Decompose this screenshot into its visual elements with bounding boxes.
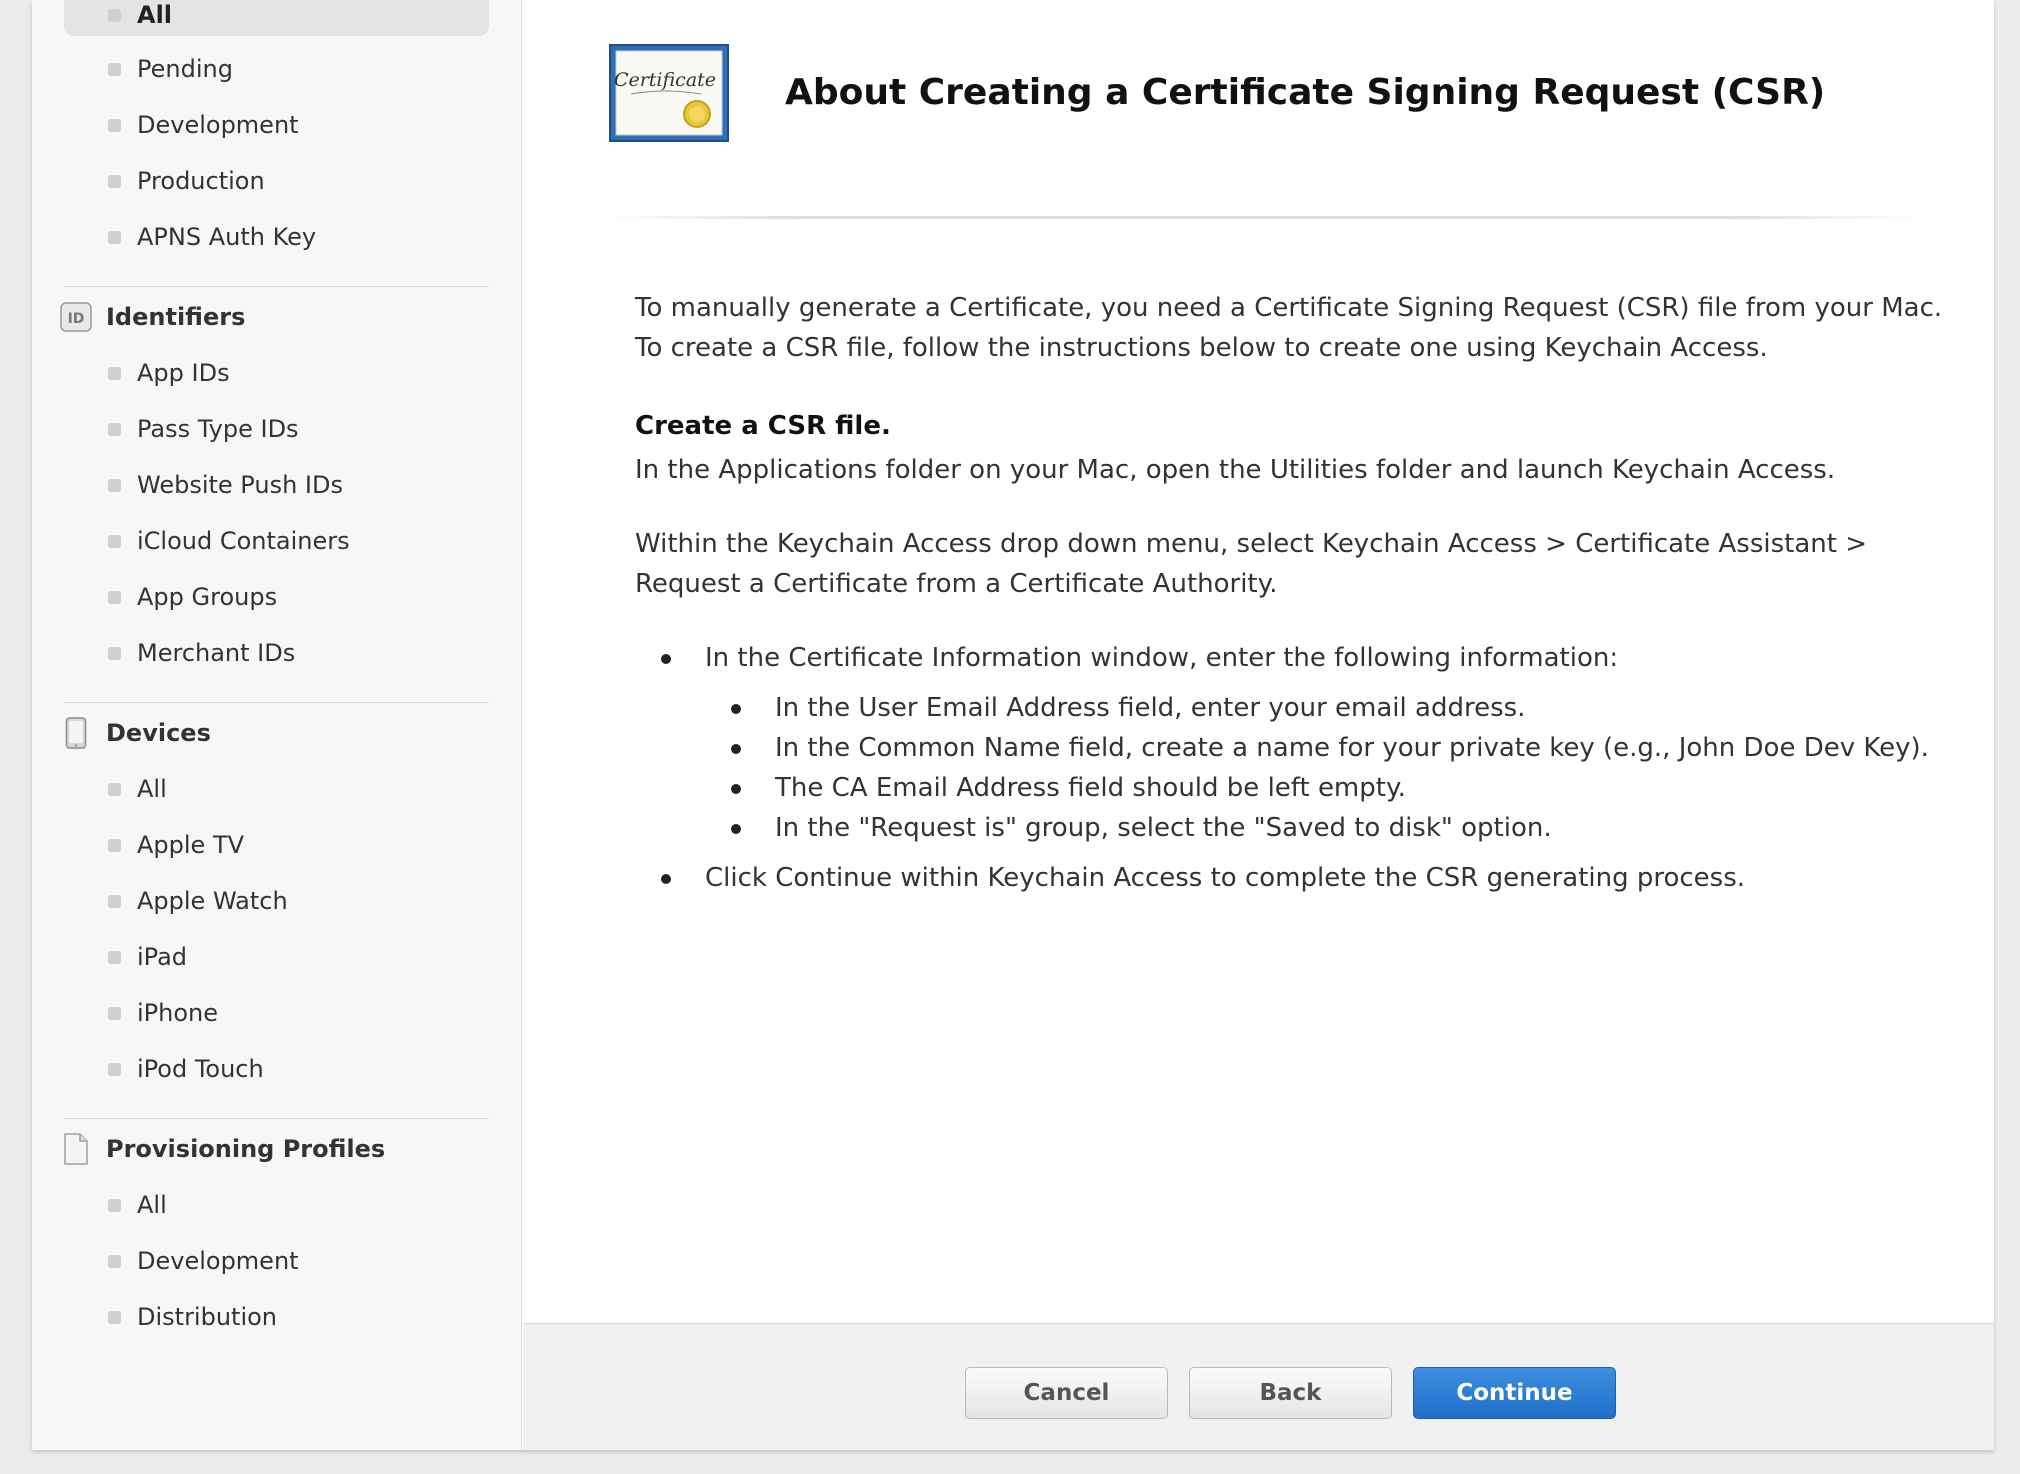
list-item: In the Certificate Information window, e… (635, 638, 1945, 848)
sidebar-item-label: iPod Touch (137, 1055, 264, 1083)
bullet-icon (108, 1062, 121, 1076)
sidebar-item-certificates-pending[interactable]: Pending (108, 49, 233, 89)
app-window: All Pending Development Production APNS … (32, 0, 1994, 1450)
instructions: To manually generate a Certificate, you … (635, 288, 1945, 898)
main-content: Certificate About Creating a Certificate… (523, 0, 1994, 1450)
sidebar-divider (64, 702, 489, 703)
sidebar-item-label: Production (137, 167, 265, 195)
bullet-icon (108, 8, 121, 22)
sidebar-item-label: Website Push IDs (137, 471, 343, 499)
sidebar-section-title: Identifiers (106, 303, 246, 331)
bullet-icon (108, 230, 121, 244)
sidebar-item-label: All (137, 775, 167, 803)
page-title: About Creating a Certificate Signing Req… (785, 72, 1826, 113)
sidebar-section-provisioning-profiles[interactable]: Provisioning Profiles (60, 1129, 385, 1169)
list-item: The CA Email Address field should be lef… (705, 768, 1945, 808)
sidebar-item-icloud-containers[interactable]: iCloud Containers (108, 521, 350, 561)
sidebar-item-label: Development (137, 1247, 299, 1275)
sidebar-item-label: APNS Auth Key (137, 223, 317, 251)
sidebar-item-label: Development (137, 111, 299, 139)
svg-text:ID: ID (68, 311, 85, 327)
sidebar-item-label: Apple TV (137, 831, 245, 859)
bullet-icon (108, 950, 121, 964)
sidebar-item-label: App IDs (137, 359, 230, 387)
step-paragraph: Within the Keychain Access drop down men… (635, 529, 1868, 599)
sidebar-item-label: iPhone (137, 999, 219, 1027)
list-item: Click Continue within Keychain Access to… (635, 858, 1945, 898)
bullet-icon (108, 1006, 121, 1020)
list-item-text: In the Certificate Information window, e… (705, 643, 1619, 673)
list-item-text: Click Continue within Keychain Access to… (705, 863, 1746, 893)
bullet-icon (108, 894, 121, 908)
sidebar-item-label: All (137, 1, 173, 29)
bullet-icon (108, 422, 121, 436)
bullet-icon (108, 590, 121, 604)
back-button[interactable]: Back (1189, 1367, 1392, 1419)
bullet-icon (108, 478, 121, 492)
step-paragraph: In the Applications folder on your Mac, … (635, 455, 1836, 485)
sidebar-item-apple-tv[interactable]: Apple TV (108, 825, 244, 865)
sidebar-divider (64, 286, 489, 287)
sidebar-item-profiles-development[interactable]: Development (108, 1241, 299, 1281)
bullet-icon (108, 1198, 121, 1212)
sidebar-item-certificates-development[interactable]: Development (108, 105, 299, 145)
svg-text:Certificate: Certificate (614, 69, 716, 91)
bullet-icon (108, 646, 121, 660)
footer-bar: Cancel Back Continue (523, 1323, 1994, 1450)
list-item: In the Common Name field, create a name … (705, 728, 1945, 768)
list-item: In the "Request is" group, select the "S… (705, 808, 1945, 848)
continue-button[interactable]: Continue (1413, 1367, 1616, 1419)
sidebar-divider (64, 1118, 489, 1119)
sidebar-item-app-ids[interactable]: App IDs (108, 353, 230, 393)
sidebar-item-ipod-touch[interactable]: iPod Touch (108, 1049, 264, 1089)
device-icon (60, 717, 92, 749)
sidebar-section-title: Devices (106, 719, 211, 747)
sidebar-item-certificates-apns[interactable]: APNS Auth Key (108, 217, 316, 257)
section-subheading: Create a CSR file. (635, 411, 891, 441)
sidebar-item-app-groups[interactable]: App Groups (108, 577, 277, 617)
sidebar-item-profiles-all[interactable]: All (108, 1185, 167, 1225)
sidebar-item-pass-type-ids[interactable]: Pass Type IDs (108, 409, 299, 449)
sidebar-item-certificates-production[interactable]: Production (108, 161, 265, 201)
sidebar-section-devices[interactable]: Devices (60, 713, 211, 753)
sidebar-item-label: All (137, 1191, 167, 1219)
sidebar: All Pending Development Production APNS … (32, 0, 522, 1450)
list-item: In the User Email Address field, enter y… (705, 688, 1945, 728)
bullet-icon (108, 838, 121, 852)
sidebar-section-title: Provisioning Profiles (106, 1135, 386, 1163)
sub-instruction-list: In the User Email Address field, enter y… (705, 688, 1945, 848)
bullet-icon (108, 118, 121, 132)
bullet-icon (108, 534, 121, 548)
sidebar-item-apple-watch[interactable]: Apple Watch (108, 881, 288, 921)
cancel-button[interactable]: Cancel (965, 1367, 1168, 1419)
instruction-list: In the Certificate Information window, e… (635, 638, 1945, 898)
sidebar-item-label: Distribution (137, 1303, 278, 1331)
sidebar-item-ipad[interactable]: iPad (108, 937, 187, 977)
sidebar-item-label: iPad (137, 943, 188, 971)
bullet-icon (108, 366, 121, 380)
bullet-icon (108, 1254, 121, 1268)
certificate-icon: Certificate (609, 44, 729, 142)
sidebar-item-label: Pending (137, 55, 233, 83)
sidebar-item-label: iCloud Containers (137, 527, 350, 555)
id-badge-icon: ID (60, 301, 92, 333)
sidebar-item-devices-all[interactable]: All (108, 769, 167, 809)
sidebar-item-label: Apple Watch (137, 887, 288, 915)
sidebar-item-label: Pass Type IDs (137, 415, 299, 443)
document-icon (60, 1133, 92, 1165)
title-divider (603, 216, 1923, 219)
sidebar-item-label: App Groups (137, 583, 278, 611)
bullet-icon (108, 174, 121, 188)
sidebar-item-iphone[interactable]: iPhone (108, 993, 218, 1033)
bullet-icon (108, 782, 121, 796)
sidebar-item-label: Merchant IDs (137, 639, 296, 667)
sidebar-item-profiles-distribution[interactable]: Distribution (108, 1297, 277, 1337)
sidebar-item-website-push-ids[interactable]: Website Push IDs (108, 465, 343, 505)
sidebar-item-certificates-all[interactable]: All (64, 0, 489, 36)
sidebar-section-identifiers[interactable]: ID Identifiers (60, 297, 245, 337)
bullet-icon (108, 1310, 121, 1324)
intro-paragraph: To manually generate a Certificate, you … (635, 293, 1943, 363)
sidebar-item-merchant-ids[interactable]: Merchant IDs (108, 633, 295, 673)
bullet-icon (108, 62, 121, 76)
